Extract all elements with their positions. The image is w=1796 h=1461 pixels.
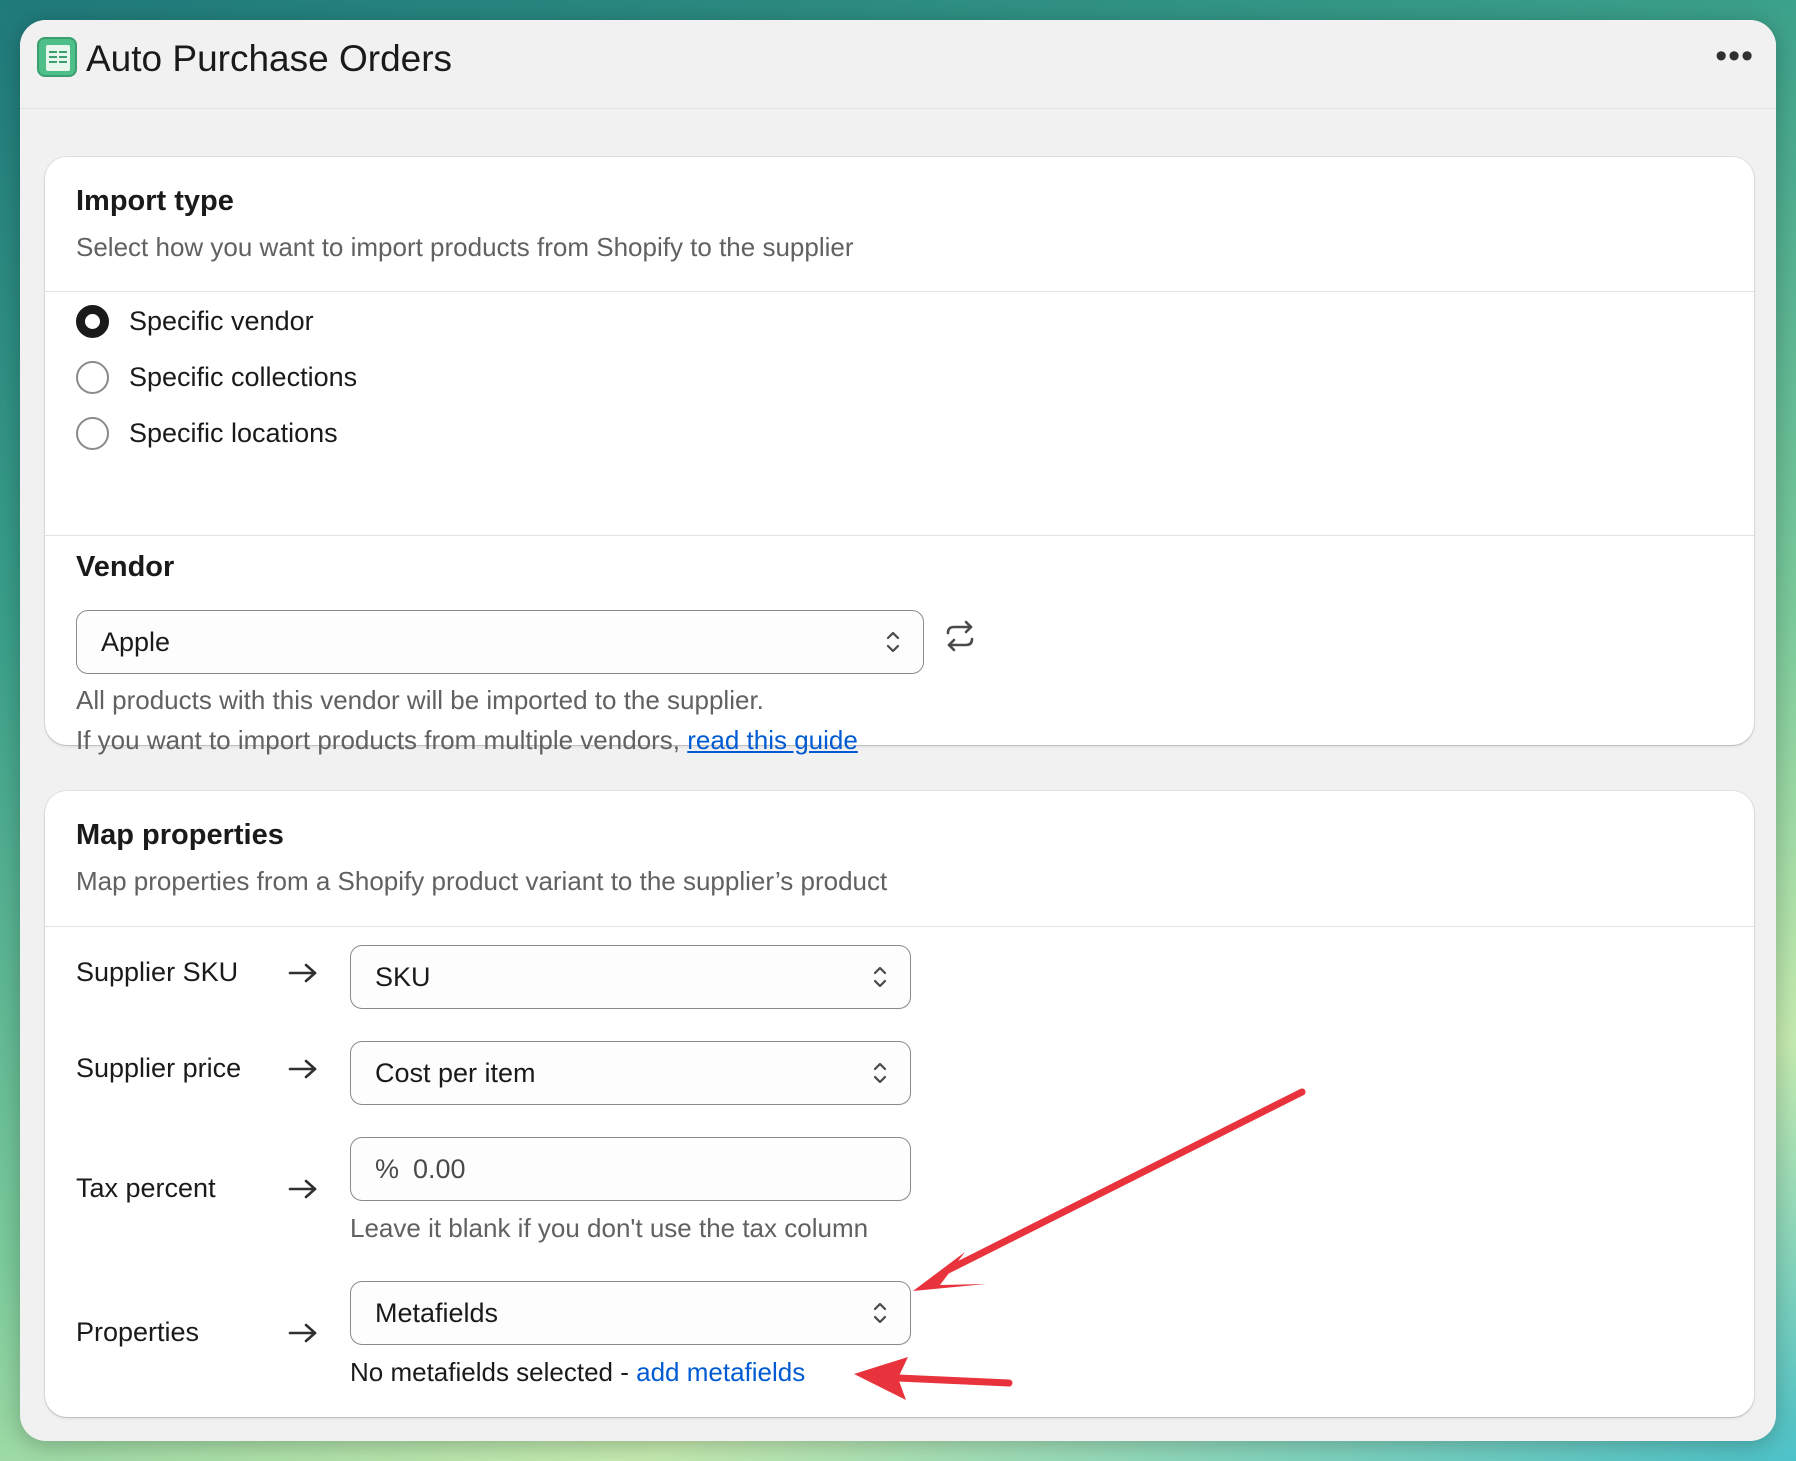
arrow-right-icon: [288, 1059, 317, 1079]
metafields-status: No metafields selected - add metafields: [350, 1357, 805, 1388]
arrow-right-icon: [288, 963, 317, 983]
supplier-sku-select[interactable]: SKU: [350, 945, 911, 1009]
radio-label: Specific vendor: [129, 305, 314, 336]
chevron-up-down-icon: [886, 631, 900, 653]
radio-specific-vendor[interactable]: Specific vendor: [76, 303, 314, 339]
arrow-right-icon: [288, 1323, 317, 1343]
radio-unchecked-icon[interactable]: [76, 360, 109, 394]
read-guide-link[interactable]: read this guide: [687, 725, 858, 755]
vendor-select-value: Apple: [101, 626, 171, 657]
radio-label: Specific collections: [129, 361, 358, 392]
properties-label: Properties: [76, 1317, 200, 1347]
divider: [45, 535, 1754, 536]
supplier-price-value: Cost per item: [375, 1057, 536, 1088]
supplier-sku-value: SKU: [375, 961, 431, 992]
radio-label: Specific locations: [129, 417, 338, 448]
app-title: Auto Purchase Orders: [86, 38, 453, 79]
radio-specific-locations[interactable]: Specific locations: [76, 415, 338, 451]
more-actions-icon[interactable]: •••: [1715, 39, 1754, 73]
title-bar: Auto Purchase Orders •••: [20, 20, 1776, 109]
add-metafields-link[interactable]: add metafields: [636, 1357, 805, 1387]
divider: [45, 291, 1754, 292]
refresh-icon[interactable]: [943, 619, 977, 653]
tax-percent-input[interactable]: % 0.00: [350, 1137, 911, 1201]
map-properties-description: Map properties from a Shopify product va…: [76, 866, 888, 896]
import-type-card: Import type Select how you want to impor…: [45, 157, 1754, 755]
supplier-price-select[interactable]: Cost per item: [350, 1041, 911, 1105]
app-logo-icon: [37, 37, 77, 77]
import-type-description: Select how you want to import products f…: [76, 232, 854, 262]
map-properties-card: Map properties Map properties from a Sho…: [45, 791, 1754, 1417]
map-properties-heading: Map properties: [76, 819, 284, 851]
radio-checked-icon[interactable]: [76, 304, 109, 338]
vendor-help-prefix: If you want to import products from mult…: [76, 725, 688, 755]
percent-prefix: %: [375, 1153, 400, 1184]
metafields-status-text: No metafields selected -: [350, 1357, 637, 1387]
radio-unchecked-icon[interactable]: [76, 416, 109, 450]
chevron-up-down-icon: [873, 1302, 887, 1324]
properties-select[interactable]: Metafields: [350, 1281, 911, 1345]
properties-value: Metafields: [375, 1297, 499, 1328]
tax-help-text: Leave it blank if you don't use the tax …: [350, 1213, 869, 1243]
tax-percent-placeholder: 0.00: [413, 1153, 466, 1184]
vendor-select[interactable]: Apple: [76, 610, 924, 674]
app-window: Auto Purchase Orders ••• Import type Sel…: [20, 20, 1776, 1441]
vendor-help-line2: If you want to import products from mult…: [76, 725, 858, 756]
vendor-heading: Vendor: [76, 551, 175, 583]
radio-specific-collections[interactable]: Specific collections: [76, 359, 357, 395]
import-type-heading: Import type: [76, 185, 234, 217]
supplier-sku-label: Supplier SKU: [76, 957, 239, 987]
tax-percent-label: Tax percent: [76, 1173, 216, 1203]
chevron-up-down-icon: [873, 966, 887, 988]
divider: [45, 926, 1754, 927]
vendor-help-line1: All products with this vendor will be im…: [76, 685, 764, 715]
arrow-right-icon: [288, 1179, 317, 1199]
supplier-price-label: Supplier price: [76, 1053, 242, 1083]
chevron-up-down-icon: [873, 1062, 887, 1084]
